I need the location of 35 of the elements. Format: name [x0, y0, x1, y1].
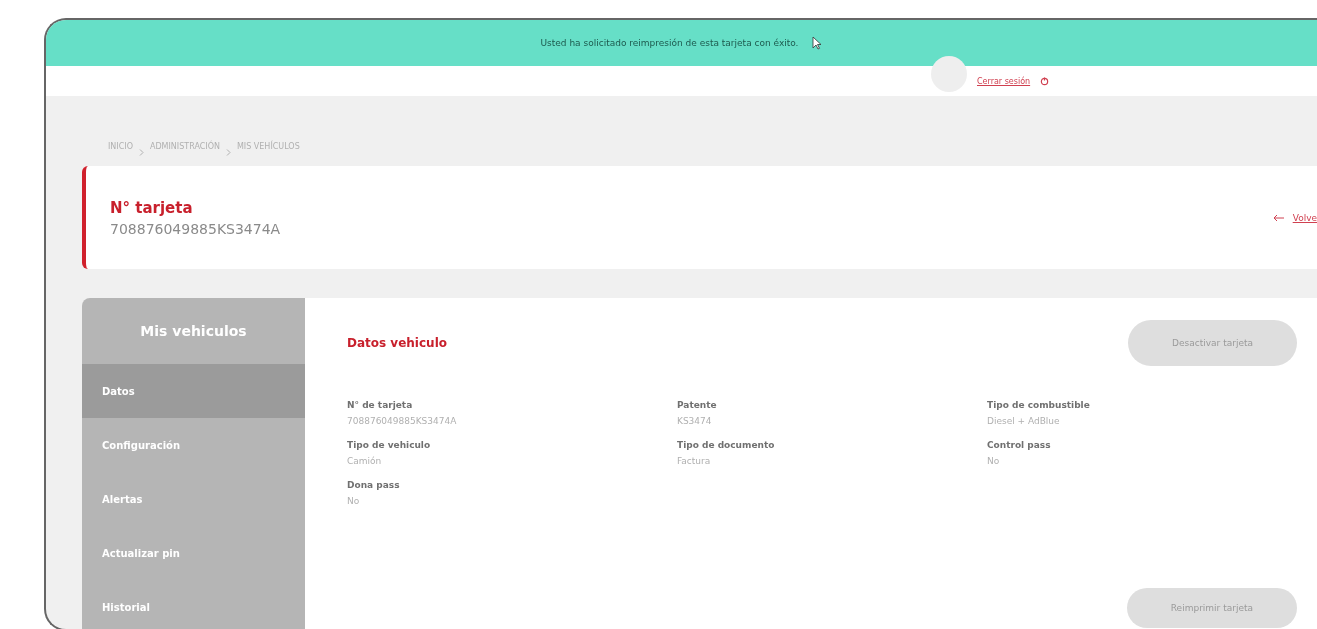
- sidebar-item[interactable]: Datos: [82, 364, 305, 418]
- section-title: Datos vehiculo: [347, 336, 447, 350]
- breadcrumb-item[interactable]: MIS VEHÍCULOS: [236, 142, 300, 162]
- chevron-right-icon: [138, 148, 144, 156]
- field-value: Camión: [347, 456, 383, 466]
- field-value: Diesel + AdBlue: [987, 416, 1061, 426]
- sidebar-item[interactable]: Actualizar pin: [82, 526, 305, 580]
- field-label: Tipo de vehiculo: [347, 440, 432, 450]
- mouse-pointer-icon: [812, 36, 823, 50]
- field-value: 708876049885KS3474A: [347, 416, 458, 426]
- avatar-circle[interactable]: [931, 56, 967, 92]
- field-label: Control pass: [987, 440, 1052, 450]
- field-value: No: [987, 456, 1001, 466]
- card-title: N° tarjeta: [110, 198, 194, 217]
- breadcrumb-item[interactable]: ADMINISTRACIÓN: [149, 142, 220, 162]
- field-label: Tipo de documento: [677, 440, 776, 450]
- sidebar-item[interactable]: Alertas: [82, 472, 305, 526]
- field-value: Factura: [677, 456, 712, 466]
- logout-icon: [1040, 76, 1050, 86]
- field-label: Dona pass: [347, 480, 401, 490]
- sidebar-item[interactable]: Configuración: [82, 418, 305, 472]
- sidebar-item[interactable]: Historial: [82, 580, 305, 629]
- back-link[interactable]: Volve: [1292, 212, 1317, 223]
- logout-link[interactable]: Cerrar sesión: [977, 76, 1031, 86]
- field-label: Patente: [677, 400, 718, 410]
- sidebar-title: Mis vehiculos: [139, 322, 248, 341]
- field-label: Tipo de combustible: [987, 400, 1091, 410]
- field-value: KS3474: [677, 416, 713, 426]
- breadcrumb-item[interactable]: INICIO: [108, 142, 133, 162]
- banner-message: Usted ha solicitado reimpresión de esta tarjeta con éxito.: [540, 38, 799, 48]
- field-label: N° de tarjeta: [347, 400, 414, 410]
- chevron-right-icon: [225, 148, 231, 156]
- left-arrow-icon: [1272, 213, 1285, 222]
- card-number: 708876049885KS3474A: [110, 220, 281, 237]
- field-value: No: [347, 496, 361, 506]
